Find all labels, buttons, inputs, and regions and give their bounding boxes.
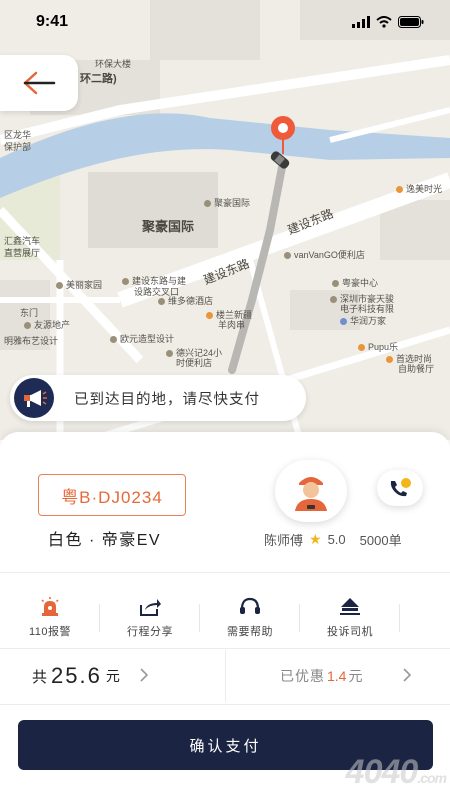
- map-poi-label: 美丽家园: [56, 278, 102, 291]
- poi-dot-icon: [122, 278, 129, 286]
- fare-row: 共 25.6 元 已优惠 1.4 元: [0, 650, 450, 702]
- poi-dot-icon: [204, 200, 211, 208]
- need-help-button[interactable]: 需要帮助: [200, 590, 300, 646]
- alarm-110-button[interactable]: 110报警: [0, 590, 100, 646]
- action-label: 行程分享: [127, 626, 173, 638]
- phone-icon: [390, 478, 411, 497]
- map-poi-label: 维多德酒店: [158, 294, 213, 307]
- poi-dot-icon: [166, 350, 173, 358]
- map-poi-label: 保护部: [4, 142, 32, 152]
- map-poi-label: 明雅布艺设计: [4, 336, 59, 346]
- poi-dot-icon: [358, 344, 365, 352]
- status-bar: 9:41: [0, 0, 450, 44]
- status-time: 9:41: [36, 13, 69, 30]
- map-poi-label: 华润万家: [340, 314, 386, 327]
- poi-dot-icon: [330, 296, 337, 304]
- arrival-message: 已到达目的地，请尽快支付: [74, 391, 260, 408]
- fare-discount[interactable]: 已优惠 1.4 元: [226, 650, 450, 702]
- car-description: 白色 · 帝豪EV: [48, 532, 162, 549]
- action-label: 110报警: [28, 626, 72, 638]
- driver-orders: 5000单: [359, 533, 402, 548]
- map-poi-label: 直营展厅: [4, 248, 41, 258]
- back-button[interactable]: [0, 55, 78, 111]
- status-icons: [352, 16, 424, 28]
- map-poi-label: 羊肉串: [218, 320, 246, 330]
- share-trip-button[interactable]: 行程分享: [100, 590, 200, 646]
- battery-icon: [398, 16, 424, 28]
- poi-dot-icon: [110, 336, 117, 344]
- map-area-label: 聚豪国际: [142, 219, 195, 234]
- poi-dot-icon: [56, 282, 63, 290]
- poi-dot-icon: [332, 280, 339, 288]
- discount-unit: 元: [348, 668, 363, 684]
- alarm-siren-icon: [41, 597, 59, 616]
- map-poi-label: 自助餐厅: [398, 364, 435, 374]
- fare-total[interactable]: 共 25.6 元: [0, 650, 226, 702]
- poi-dot-icon: [158, 298, 165, 306]
- poi-dot-icon: [386, 356, 393, 364]
- driver-info: 陈师傅 ★ 5.0 5000单: [264, 530, 402, 549]
- map-poi-label: 时便利店: [176, 358, 213, 368]
- driver-avatar[interactable]: [275, 460, 347, 522]
- poi-dot-icon: [24, 322, 31, 330]
- discount-value: 1.4: [327, 668, 347, 684]
- chevron-right-icon: [403, 668, 412, 682]
- arrival-banner: 已到达目的地，请尽快支付: [10, 375, 306, 421]
- wifi-icon: [376, 16, 392, 28]
- complaint-icon: [340, 598, 360, 615]
- map-poi-label: 粤豪中心: [332, 276, 378, 289]
- map-poi-label: 友源地产: [24, 318, 70, 331]
- poi-dot-icon: [284, 252, 291, 260]
- fare-unit: 元: [105, 668, 120, 684]
- star-icon: ★: [309, 531, 322, 547]
- map-poi-label: 聚豪国际: [204, 196, 250, 209]
- complain-driver-button[interactable]: 投诉司机: [300, 590, 400, 646]
- divider: [0, 572, 450, 573]
- headset-icon: [240, 597, 260, 614]
- call-driver-button[interactable]: [377, 470, 423, 506]
- divider: [0, 704, 450, 705]
- action-label: 投诉司机: [327, 626, 373, 638]
- map-poi-label: 欧元造型设计: [110, 332, 174, 345]
- divider: [0, 648, 450, 649]
- watermark-logo: 4040.com: [345, 753, 447, 791]
- driver-name: 陈师傅: [264, 533, 304, 548]
- action-label: 需要帮助: [227, 626, 273, 638]
- map-road-label: 环二路): [80, 73, 117, 85]
- map-poi-label: vanVanGO便利店: [284, 248, 365, 261]
- share-icon: [140, 599, 161, 616]
- signal-icon: [352, 16, 370, 28]
- megaphone-icon: [14, 378, 54, 418]
- driver-rating: 5.0: [327, 532, 346, 547]
- action-overflow: [400, 590, 450, 646]
- trip-payment-card: 粤B·DJ0234 白色 · 帝豪EV 陈师傅 ★ 5.0 5000单 110报…: [0, 432, 450, 800]
- poi-dot-icon: [206, 312, 213, 320]
- action-bar: 110报警 行程分享 需要帮助 投诉司机: [0, 590, 450, 646]
- map-poi-label: 环保大楼: [95, 59, 132, 69]
- back-arrow-icon: [23, 71, 56, 95]
- chevron-right-icon: [140, 668, 149, 682]
- fare-amount: 25.6: [51, 663, 102, 688]
- driver-avatar-icon: [295, 477, 327, 511]
- license-plate: 粤B·DJ0234: [38, 474, 186, 516]
- poi-dot-icon: [396, 186, 403, 194]
- map-poi-label: 逸美时光: [396, 182, 442, 195]
- poi-dot-icon: [340, 318, 347, 326]
- discount-label: 已优惠: [280, 668, 325, 684]
- fare-prefix: 共: [32, 668, 48, 686]
